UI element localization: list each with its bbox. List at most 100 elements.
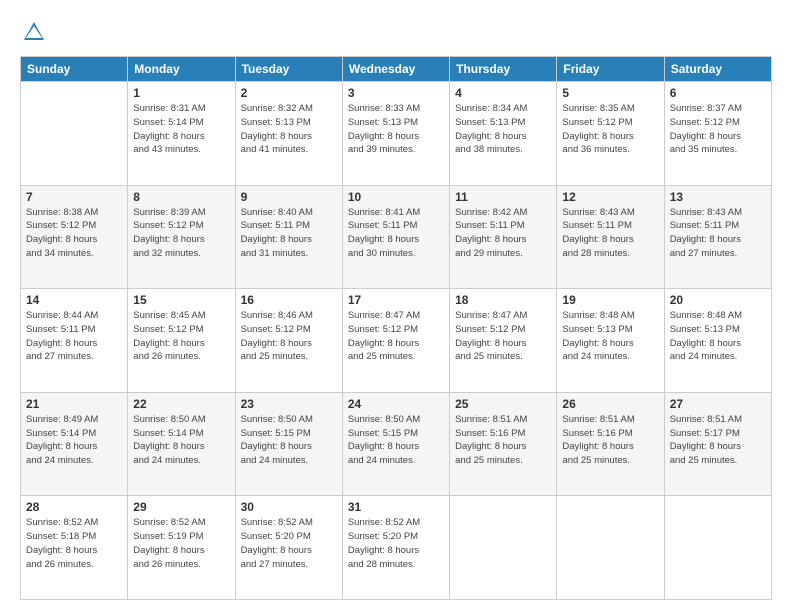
day-info: Sunrise: 8:48 AM Sunset: 5:13 PM Dayligh… <box>562 309 658 364</box>
day-info: Sunrise: 8:47 AM Sunset: 5:12 PM Dayligh… <box>455 309 551 364</box>
calendar-cell: 6Sunrise: 8:37 AM Sunset: 5:12 PM Daylig… <box>664 82 771 186</box>
day-info: Sunrise: 8:52 AM Sunset: 5:19 PM Dayligh… <box>133 516 229 571</box>
day-number: 7 <box>26 190 122 204</box>
day-info: Sunrise: 8:42 AM Sunset: 5:11 PM Dayligh… <box>455 206 551 261</box>
calendar-cell: 19 Sunrise: 8:48 AM Sunset: 5:13 PM Dayli… <box>557 289 664 393</box>
calendar-cell: 1 Sunrise: 8:31 AM Sunset: 5:14 PM Daylig… <box>128 82 235 186</box>
day-info: Sunrise: 8:37 AM Sunset: 5:12 PM Dayligh… <box>670 102 766 157</box>
day-info: Sunrise: 8:49 AM Sunset: 5:14 PM Dayligh… <box>26 413 122 468</box>
calendar-cell: 10 Sunrise: 8:41 AM Sunset: 5:11 PM Dayli… <box>342 185 449 289</box>
weekday-header-row: SundayMondayTuesdayWednesdayThursdayFrid… <box>21 57 772 82</box>
day-number: 12 <box>562 190 658 204</box>
calendar-cell: 30Sunrise: 8:52 AM Sunset: 5:20 PM Dayli… <box>235 496 342 600</box>
header <box>20 18 772 46</box>
day-info: Sunrise: 8:31 AM Sunset: 5:14 PM Dayligh… <box>133 102 229 157</box>
day-number: 13 <box>670 190 766 204</box>
calendar-cell: 17Sunrise: 8:47 AM Sunset: 5:12 PM Dayli… <box>342 289 449 393</box>
day-info: Sunrise: 8:32 AM Sunset: 5:13 PM Dayligh… <box>241 102 337 157</box>
weekday-header-tuesday: Tuesday <box>235 57 342 82</box>
day-number: 19 <box>562 293 658 307</box>
calendar-cell: 16Sunrise: 8:46 AM Sunset: 5:12 PM Dayli… <box>235 289 342 393</box>
calendar-table: SundayMondayTuesdayWednesdayThursdayFrid… <box>20 56 772 600</box>
day-info: Sunrise: 8:38 AM Sunset: 5:12 PM Dayligh… <box>26 206 122 261</box>
calendar-cell: 2Sunrise: 8:32 AM Sunset: 5:13 PM Daylig… <box>235 82 342 186</box>
day-number: 14 <box>26 293 122 307</box>
weekday-header-thursday: Thursday <box>450 57 557 82</box>
day-info: Sunrise: 8:39 AM Sunset: 5:12 PM Dayligh… <box>133 206 229 261</box>
calendar-cell: 5Sunrise: 8:35 AM Sunset: 5:12 PM Daylig… <box>557 82 664 186</box>
day-info: Sunrise: 8:45 AM Sunset: 5:12 PM Dayligh… <box>133 309 229 364</box>
day-number: 5 <box>562 86 658 100</box>
week-row-5: 28 Sunrise: 8:52 AM Sunset: 5:18 PM Dayli… <box>21 496 772 600</box>
week-row-1: 1 Sunrise: 8:31 AM Sunset: 5:14 PM Daylig… <box>21 82 772 186</box>
calendar-cell: 21 Sunrise: 8:49 AM Sunset: 5:14 PM Dayli… <box>21 392 128 496</box>
calendar-cell: 25 Sunrise: 8:51 AM Sunset: 5:16 PM Dayli… <box>450 392 557 496</box>
calendar-cell: 22Sunrise: 8:50 AM Sunset: 5:14 PM Dayli… <box>128 392 235 496</box>
calendar-cell: 11 Sunrise: 8:42 AM Sunset: 5:11 PM Dayli… <box>450 185 557 289</box>
calendar-cell: 4Sunrise: 8:34 AM Sunset: 5:13 PM Daylig… <box>450 82 557 186</box>
calendar-cell: 31 Sunrise: 8:52 AM Sunset: 5:20 PM Dayli… <box>342 496 449 600</box>
day-info: Sunrise: 8:52 AM Sunset: 5:20 PM Dayligh… <box>348 516 444 571</box>
day-info: Sunrise: 8:51 AM Sunset: 5:17 PM Dayligh… <box>670 413 766 468</box>
calendar-cell: 18 Sunrise: 8:47 AM Sunset: 5:12 PM Dayli… <box>450 289 557 393</box>
calendar-cell: 3 Sunrise: 8:33 AM Sunset: 5:13 PM Daylig… <box>342 82 449 186</box>
day-number: 4 <box>455 86 551 100</box>
calendar-cell <box>557 496 664 600</box>
day-info: Sunrise: 8:33 AM Sunset: 5:13 PM Dayligh… <box>348 102 444 157</box>
day-info: Sunrise: 8:50 AM Sunset: 5:15 PM Dayligh… <box>241 413 337 468</box>
day-number: 11 <box>455 190 551 204</box>
day-number: 21 <box>26 397 122 411</box>
day-number: 28 <box>26 500 122 514</box>
day-number: 31 <box>348 500 444 514</box>
day-info: Sunrise: 8:51 AM Sunset: 5:16 PM Dayligh… <box>562 413 658 468</box>
day-number: 23 <box>241 397 337 411</box>
day-number: 8 <box>133 190 229 204</box>
day-number: 15 <box>133 293 229 307</box>
week-row-4: 21 Sunrise: 8:49 AM Sunset: 5:14 PM Dayli… <box>21 392 772 496</box>
day-info: Sunrise: 8:48 AM Sunset: 5:13 PM Dayligh… <box>670 309 766 364</box>
day-info: Sunrise: 8:52 AM Sunset: 5:18 PM Dayligh… <box>26 516 122 571</box>
day-info: Sunrise: 8:40 AM Sunset: 5:11 PM Dayligh… <box>241 206 337 261</box>
day-info: Sunrise: 8:41 AM Sunset: 5:11 PM Dayligh… <box>348 206 444 261</box>
day-info: Sunrise: 8:50 AM Sunset: 5:15 PM Dayligh… <box>348 413 444 468</box>
logo-icon <box>20 18 48 46</box>
day-info: Sunrise: 8:51 AM Sunset: 5:16 PM Dayligh… <box>455 413 551 468</box>
day-info: Sunrise: 8:50 AM Sunset: 5:14 PM Dayligh… <box>133 413 229 468</box>
page: SundayMondayTuesdayWednesdayThursdayFrid… <box>0 0 792 612</box>
calendar-cell: 26 Sunrise: 8:51 AM Sunset: 5:16 PM Dayli… <box>557 392 664 496</box>
weekday-header-monday: Monday <box>128 57 235 82</box>
calendar-cell: 12 Sunrise: 8:43 AM Sunset: 5:11 PM Dayli… <box>557 185 664 289</box>
day-info: Sunrise: 8:46 AM Sunset: 5:12 PM Dayligh… <box>241 309 337 364</box>
day-number: 9 <box>241 190 337 204</box>
logo <box>20 18 52 46</box>
day-number: 26 <box>562 397 658 411</box>
calendar-cell <box>450 496 557 600</box>
calendar-cell: 24 Sunrise: 8:50 AM Sunset: 5:15 PM Dayli… <box>342 392 449 496</box>
calendar-cell: 13Sunrise: 8:43 AM Sunset: 5:11 PM Dayli… <box>664 185 771 289</box>
calendar-cell: 27 Sunrise: 8:51 AM Sunset: 5:17 PM Dayli… <box>664 392 771 496</box>
day-number: 25 <box>455 397 551 411</box>
calendar-cell: 14Sunrise: 8:44 AM Sunset: 5:11 PM Dayli… <box>21 289 128 393</box>
calendar-cell: 8 Sunrise: 8:39 AM Sunset: 5:12 PM Daylig… <box>128 185 235 289</box>
day-info: Sunrise: 8:52 AM Sunset: 5:20 PM Dayligh… <box>241 516 337 571</box>
weekday-header-friday: Friday <box>557 57 664 82</box>
calendar-cell <box>21 82 128 186</box>
calendar-cell: 9 Sunrise: 8:40 AM Sunset: 5:11 PM Daylig… <box>235 185 342 289</box>
weekday-header-wednesday: Wednesday <box>342 57 449 82</box>
day-info: Sunrise: 8:43 AM Sunset: 5:11 PM Dayligh… <box>562 206 658 261</box>
calendar-cell: 29Sunrise: 8:52 AM Sunset: 5:19 PM Dayli… <box>128 496 235 600</box>
calendar-cell: 20 Sunrise: 8:48 AM Sunset: 5:13 PM Dayli… <box>664 289 771 393</box>
day-number: 1 <box>133 86 229 100</box>
calendar-cell: 28 Sunrise: 8:52 AM Sunset: 5:18 PM Dayli… <box>21 496 128 600</box>
day-number: 27 <box>670 397 766 411</box>
calendar-cell <box>664 496 771 600</box>
day-number: 24 <box>348 397 444 411</box>
day-number: 20 <box>670 293 766 307</box>
day-number: 3 <box>348 86 444 100</box>
day-info: Sunrise: 8:47 AM Sunset: 5:12 PM Dayligh… <box>348 309 444 364</box>
day-number: 10 <box>348 190 444 204</box>
week-row-3: 14Sunrise: 8:44 AM Sunset: 5:11 PM Dayli… <box>21 289 772 393</box>
week-row-2: 7 Sunrise: 8:38 AM Sunset: 5:12 PM Daylig… <box>21 185 772 289</box>
day-number: 18 <box>455 293 551 307</box>
calendar-cell: 23 Sunrise: 8:50 AM Sunset: 5:15 PM Dayli… <box>235 392 342 496</box>
